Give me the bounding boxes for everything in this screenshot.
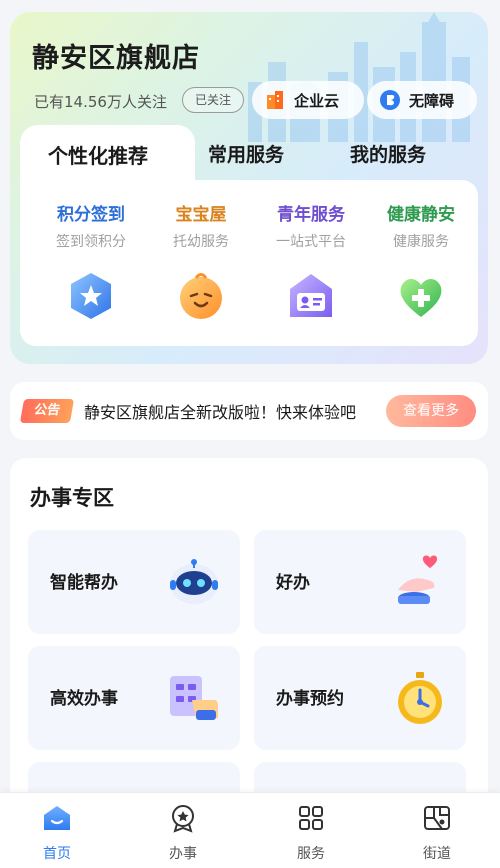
- baby-face-icon: [180, 273, 222, 319]
- announcement-tag: 公告: [19, 399, 75, 423]
- service-title: 积分签到: [57, 205, 125, 225]
- accessibility-label: 无障碍: [409, 91, 455, 110]
- card-appointment[interactable]: 办事预约: [254, 646, 466, 750]
- store-header: 静安区旗舰店 已有14.56万人关注 已关注 企业云 无障碍 个性化推荐 常用服…: [10, 12, 488, 364]
- service-subtitle: 健康服务: [393, 234, 449, 250]
- service-title: 青年服务: [277, 205, 345, 225]
- nav-label: 办事: [169, 846, 197, 862]
- store-title: 静安区旗舰店: [32, 43, 200, 74]
- follower-count: 已有14.56万人关注: [34, 93, 167, 111]
- nav-label: 首页: [43, 846, 71, 862]
- accessibility-icon: [380, 90, 400, 110]
- service-health[interactable]: 健康静安 健康服务: [366, 180, 476, 327]
- tab-common-services[interactable]: 常用服务: [208, 140, 284, 167]
- service-youth[interactable]: 青年服务 一站式平台: [256, 180, 366, 327]
- nav-label: 服务: [297, 846, 325, 862]
- featured-services-panel: 积分签到 签到领积分 宝宝屋 托幼服务 青年服务 一站式平台 健康静安 健康服务: [20, 180, 478, 346]
- stopwatch-icon: [398, 672, 442, 724]
- nav-label: 街道: [423, 846, 451, 862]
- service-baby-house[interactable]: 宝宝屋 托幼服务: [146, 180, 256, 327]
- home-icon: [44, 806, 70, 830]
- tab-personalized[interactable]: 个性化推荐: [48, 140, 148, 169]
- building-icon: [267, 91, 283, 109]
- follow-button[interactable]: 已关注: [182, 87, 244, 113]
- announcement-bar[interactable]: 公告 静安区旗舰店全新改版啦！快来体验吧 查看更多: [10, 382, 488, 440]
- id-card-house-icon: [290, 274, 332, 317]
- card-label: 好办: [276, 573, 310, 593]
- accessibility-button[interactable]: 无障碍: [367, 81, 477, 119]
- view-more-button[interactable]: 查看更多: [386, 395, 476, 427]
- service-subtitle: 一站式平台: [276, 234, 346, 250]
- service-subtitle: 托幼服务: [173, 234, 229, 250]
- document-check-icon: [170, 676, 218, 720]
- bottom-navigation: 首页 办事 服务 街道: [0, 792, 500, 868]
- star-shield-icon: [71, 273, 111, 319]
- health-heart-icon: [400, 279, 442, 317]
- hand-heart-icon: [398, 555, 438, 604]
- card-good-service[interactable]: 好办: [254, 530, 466, 634]
- service-points-checkin[interactable]: 积分签到 签到领积分: [36, 180, 146, 327]
- map-icon: [424, 806, 450, 830]
- enterprise-cloud-label: 企业云: [294, 91, 340, 110]
- city-skyline-illustration: [248, 12, 470, 142]
- grid-icon: [299, 806, 323, 830]
- service-subtitle: 签到领积分: [56, 234, 126, 250]
- card-label: 智能帮办: [50, 573, 118, 593]
- nav-affairs[interactable]: 办事: [148, 803, 218, 863]
- service-title: 宝宝屋: [175, 205, 227, 225]
- service-title: 健康静安: [387, 205, 455, 225]
- announcement-text[interactable]: 静安区旗舰店全新改版啦！快来体验吧: [84, 399, 380, 423]
- zone-title: 办事专区: [30, 486, 114, 510]
- nav-home[interactable]: 首页: [22, 803, 92, 863]
- card-smart-assist[interactable]: 智能帮办: [28, 530, 240, 634]
- nav-streets[interactable]: 街道: [402, 803, 472, 863]
- robot-icon: [170, 559, 218, 604]
- nav-services[interactable]: 服务: [276, 803, 346, 863]
- card-label: 高效办事: [50, 689, 118, 709]
- tab-my-services[interactable]: 我的服务: [350, 140, 426, 167]
- card-label: 办事预约: [276, 689, 344, 709]
- star-badge-icon: [172, 805, 194, 833]
- card-efficient-service[interactable]: 高效办事: [28, 646, 240, 750]
- enterprise-cloud-button[interactable]: 企业云: [252, 81, 364, 119]
- service-zone: 办事专区 智能帮办 好办 高效办事 办事预约: [10, 458, 488, 802]
